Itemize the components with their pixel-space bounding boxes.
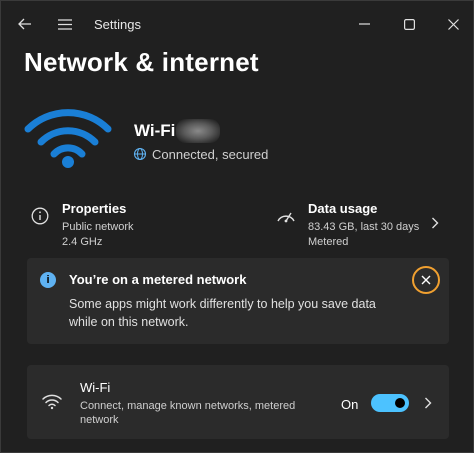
data-usage-amount: 83.43 GB, last 30 days [308,221,420,233]
properties-link[interactable]: Properties Public network 2.4 GHz [27,199,227,251]
info-icon [31,207,49,230]
maximize-icon[interactable] [392,9,426,39]
page-title: Network & internet [24,47,259,77]
title-bar: Settings [1,1,473,47]
minimize-icon[interactable] [347,9,381,39]
settings-window: Settings Network & internet Wi-Fi Connec… [0,0,474,453]
window-title: Settings [94,17,141,32]
gauge-icon [275,207,297,230]
wifi-icon [23,101,113,176]
info-icon: i [40,272,56,288]
data-usage-metered: Metered [308,236,349,248]
network-name: Wi-Fi [134,121,176,140]
properties-title: Properties [62,201,127,216]
wifi-row-title: Wi-Fi [80,380,111,395]
properties-network-type: Public network [62,221,134,233]
back-arrow-icon[interactable] [14,13,36,35]
close-icon[interactable] [412,266,440,294]
chevron-right-icon[interactable] [421,396,435,410]
wifi-toggle[interactable] [371,394,409,412]
metered-network-banner: i You’re on a metered network Some apps … [27,258,449,344]
globe-icon [133,147,147,166]
hamburger-icon[interactable] [54,13,76,35]
toggle-knob [395,398,405,408]
wifi-settings-row[interactable]: Wi-Fi Connect, manage known networks, me… [27,365,449,439]
wifi-row-subtitle: Connect, manage known networks, metered … [80,400,296,426]
connection-status: Connected, secured [152,147,269,162]
redacted-ssid [176,119,220,143]
close-icon[interactable] [436,9,470,39]
data-usage-link[interactable]: Data usage 83.43 GB, last 30 days Metere… [273,199,449,251]
banner-title: You’re on a metered network [69,272,247,287]
chevron-right-icon[interactable] [427,215,443,231]
data-usage-title: Data usage [308,201,378,216]
properties-band: 2.4 GHz [62,236,103,248]
wifi-toggle-state: On [341,397,359,412]
banner-body: Some apps might work differently to help… [69,297,376,329]
wifi-icon [41,392,63,415]
